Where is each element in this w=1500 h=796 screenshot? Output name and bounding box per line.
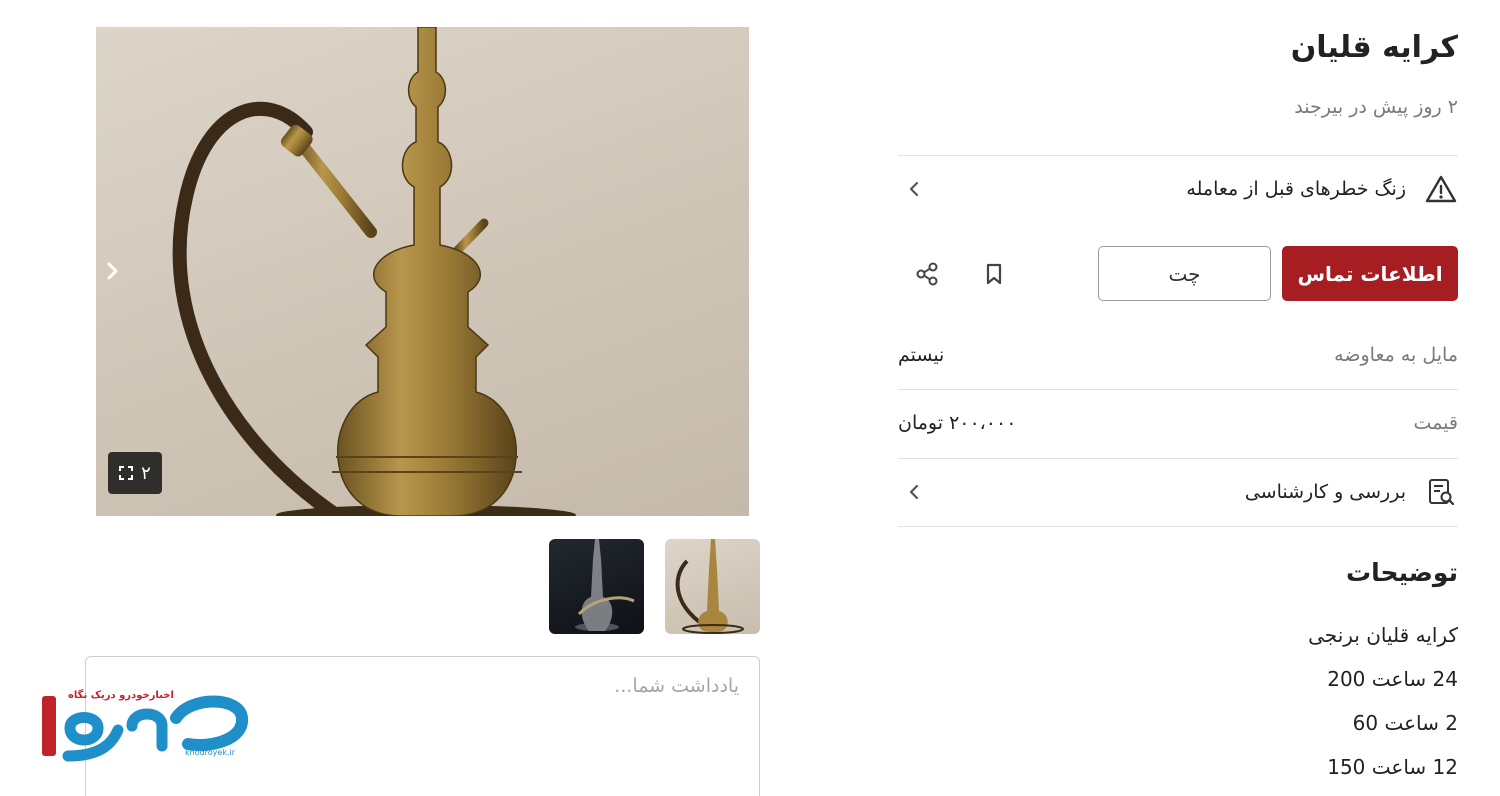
- warning-row[interactable]: زنگ خطرهای قبل از معامله: [898, 157, 1458, 221]
- chevron-left-icon: [909, 181, 919, 197]
- chat-button[interactable]: چت: [1098, 246, 1271, 301]
- warning-triangle-icon: [1424, 172, 1458, 206]
- main-product-image[interactable]: [96, 27, 749, 516]
- detail-key: مایل به معاوضه: [1334, 344, 1458, 366]
- price-value: ۲۰۰،۰۰۰ تومان: [898, 412, 1017, 434]
- description-line: 24 ساعت 200: [1327, 667, 1458, 691]
- detail-key: قیمت: [1413, 412, 1458, 434]
- thumbnail-1[interactable]: [665, 539, 760, 634]
- chevron-left-icon: [909, 484, 919, 500]
- share-icon[interactable]: [909, 256, 945, 292]
- description-line: 2 ساعت 60: [1352, 711, 1458, 735]
- divider: [898, 526, 1458, 527]
- detail-row-price: قیمت ۲۰۰،۰۰۰ تومان: [898, 390, 1458, 458]
- inspection-label: بررسی و کارشناسی: [1244, 481, 1406, 503]
- description-title: توضیحات: [1346, 558, 1458, 587]
- gallery-next-arrow-icon[interactable]: [100, 258, 126, 284]
- divider: [898, 458, 1458, 459]
- page-title: کرایه قلیان: [1290, 30, 1458, 65]
- detail-value: نیستم: [898, 344, 945, 366]
- detail-row-trade: مایل به معاوضه نیستم: [898, 322, 1458, 390]
- description-line: کرایه قلیان برنجی: [1308, 623, 1458, 647]
- inspection-report-icon: [1424, 475, 1458, 509]
- description-line: 12 ساعت 150: [1327, 755, 1458, 779]
- image-counter[interactable]: ۲: [108, 452, 162, 494]
- watermark-site: khodroyek.ir: [185, 748, 236, 757]
- image-count: ۲: [141, 462, 151, 484]
- watermark-tagline: اخبارخودرو دریک نگاه: [68, 690, 174, 701]
- bookmark-icon[interactable]: [976, 256, 1012, 292]
- warning-label: زنگ خطرهای قبل از معامله: [1186, 178, 1406, 200]
- ad-time-location: ۲ روز پیش در بیرجند: [1294, 96, 1458, 118]
- thumbnail-2[interactable]: [549, 539, 644, 634]
- inspection-row[interactable]: بررسی و کارشناسی: [898, 460, 1458, 524]
- divider: [898, 155, 1458, 156]
- fullscreen-icon: [119, 466, 134, 480]
- contact-info-button[interactable]: اطلاعات تماس: [1282, 246, 1458, 301]
